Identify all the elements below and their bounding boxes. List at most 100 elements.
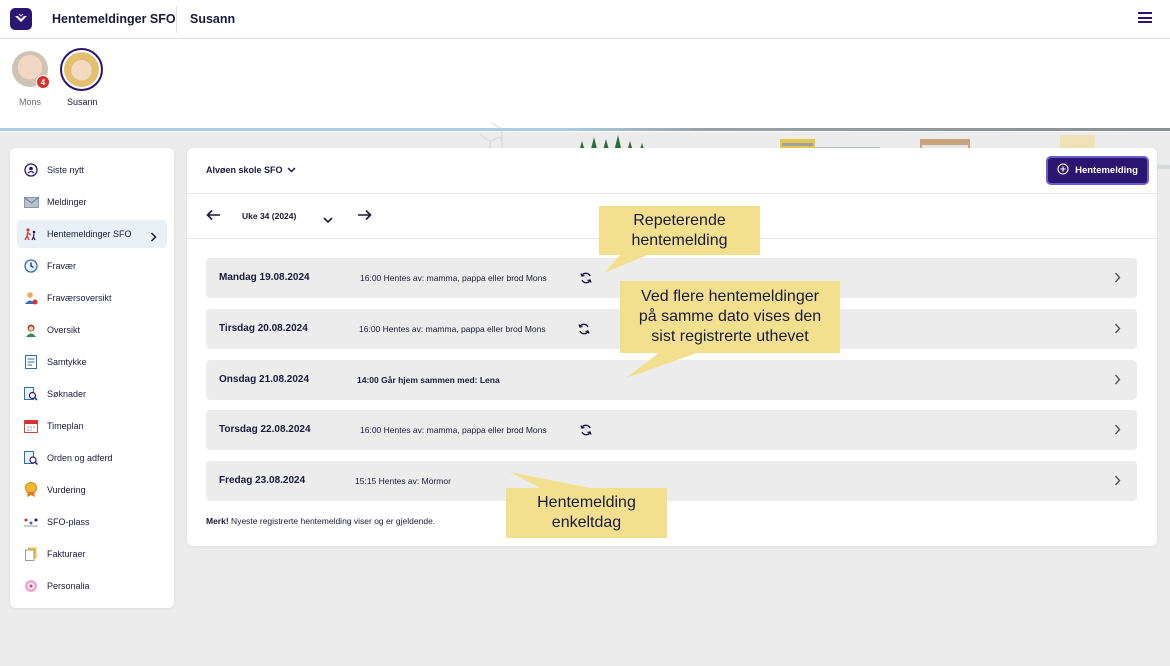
week-label: Uke 34 (2024) — [242, 211, 297, 221]
sidebar-item-orden-og-adferd[interactable]: Orden og adferd — [17, 444, 167, 472]
callout-line: Repeterende — [633, 211, 726, 229]
sidebar-item-label: Fraværsoversikt — [47, 293, 112, 303]
row-date: Tirsdag 20.08.2024 — [219, 323, 308, 334]
pickup-icon — [23, 226, 39, 242]
sidebar-item-label: Siste nytt — [47, 165, 85, 175]
sidebar-item-label: Fravær — [47, 261, 76, 271]
new-pickup-message-button[interactable]: Hentemelding — [1046, 156, 1149, 185]
row-date: Fredag 23.08.2024 — [219, 475, 306, 486]
callout-line: enkeltdag — [551, 514, 622, 531]
note-body: Nyeste registrerte hentemelding viser og… — [228, 516, 436, 526]
sidebar-item-label: Personalia — [47, 581, 90, 591]
sidebar-item-soknader[interactable]: Søknader — [17, 380, 167, 408]
row-date: Onsdag 21.08.2024 — [219, 374, 310, 385]
news-icon — [23, 162, 39, 178]
search-document-icon — [23, 386, 39, 402]
plus-circle-icon — [1057, 163, 1069, 178]
callout-repeating: Repeterende hentemelding — [599, 206, 760, 255]
repeat-icon — [580, 272, 592, 284]
row-date: Mandag 19.08.2024 — [219, 272, 310, 283]
chevron-right-icon — [1114, 323, 1121, 334]
sidebar-item-label: Timeplan — [47, 421, 84, 431]
pickup-row[interactable]: Torsdag 22.08.2024 16:00 Hentes av: mamm… — [206, 410, 1137, 450]
sidebar-item-fakturaer[interactable]: Fakturaer — [17, 540, 167, 568]
chevron-right-icon — [1114, 272, 1121, 283]
absence-overview-icon — [23, 290, 39, 306]
school-selector[interactable]: Alvøen skole SFO — [206, 165, 296, 175]
callout-line: sist registrerte uthevet — [651, 328, 809, 345]
personalia-icon — [23, 578, 39, 594]
callout-multiple: Ved flere hentemeldinger på samme dato v… — [620, 281, 840, 353]
chevron-right-icon — [1114, 424, 1121, 435]
consent-icon — [23, 354, 39, 370]
envelope-icon — [23, 194, 39, 210]
sfo-place-icon — [23, 514, 39, 530]
sidebar-item-label: Søknader — [47, 389, 87, 399]
sidebar-item-fravaersoversikt[interactable]: Fraværsoversikt — [17, 284, 167, 312]
note-label: Merk! — [206, 516, 229, 526]
selected-child-name: Susann — [190, 12, 236, 26]
child-avatar-susann[interactable] — [64, 52, 99, 87]
app-logo-icon[interactable] — [10, 8, 32, 30]
new-pickup-message-label: Hentemelding — [1075, 165, 1138, 176]
callout-line: Hentemelding — [537, 494, 636, 511]
sidebar-item-label: SFO-plass — [47, 517, 90, 527]
callout-single-day: Hentemelding enkeltdag — [506, 488, 667, 538]
chevron-right-icon — [150, 229, 157, 247]
medal-icon — [23, 482, 39, 498]
chevron-right-icon — [1114, 374, 1121, 385]
sidebar-nav: Siste nytt Meldinger Hentemeldinger SFO … — [10, 148, 174, 608]
child-label-mons[interactable]: Mons — [19, 97, 41, 107]
row-info: 14:00 Går hjem sammen med: Lena — [357, 375, 500, 385]
sidebar-item-sfo-plass[interactable]: SFO-plass — [17, 508, 167, 536]
callout-line: på samme dato vises den — [638, 308, 822, 325]
sidebar-item-meldinger[interactable]: Meldinger — [17, 188, 167, 216]
pickup-row[interactable]: Fredag 23.08.2024 15:15 Hentes av: Mormo… — [206, 461, 1137, 501]
sidebar-item-personalia[interactable]: Personalia — [17, 572, 167, 600]
school-selector-label: Alvøen skole SFO — [206, 165, 283, 175]
sidebar-item-timeplan[interactable]: Timeplan — [17, 412, 167, 440]
callout-line: hentemelding — [631, 231, 728, 249]
divider — [176, 6, 177, 33]
sidebar-item-label: Fakturaer — [47, 549, 86, 559]
divider — [187, 193, 1157, 194]
arrow-right-icon[interactable] — [357, 208, 372, 226]
sidebar-item-label: Vurdering — [47, 485, 86, 495]
sidebar-item-siste-nytt[interactable]: Siste nytt — [17, 156, 167, 184]
callout-line: Ved flere hentemeldinger — [641, 288, 819, 305]
chevron-down-icon[interactable] — [323, 211, 333, 229]
invoice-icon — [23, 546, 39, 562]
row-info: 16:00 Hentes av: mamma, pappa eller brod… — [360, 273, 547, 283]
calendar-icon — [23, 418, 39, 434]
child-selector-header — [0, 39, 1170, 169]
arrow-left-icon[interactable] — [206, 208, 221, 226]
top-bar: Hentemeldinger SFO Susann — [0, 0, 1170, 39]
sidebar-item-hentemeldinger-sfo[interactable]: Hentemeldinger SFO — [17, 220, 167, 248]
sidebar-item-label: Orden og adferd — [47, 453, 113, 463]
note-text: Merk! Nyeste registrerte hentemelding vi… — [206, 516, 435, 526]
sidebar-item-label: Oversikt — [47, 325, 81, 335]
hamburger-icon[interactable] — [1138, 12, 1152, 26]
child-label-susann[interactable]: Susann — [67, 97, 98, 107]
conduct-icon — [23, 450, 39, 466]
pickup-row[interactable]: Onsdag 21.08.2024 14:00 Går hjem sammen … — [206, 360, 1137, 400]
row-info: 16:00 Hentes av: mamma, pappa eller brod… — [359, 324, 546, 334]
sidebar-item-fravaer[interactable]: Fravær — [17, 252, 167, 280]
notification-badge: 4 — [36, 75, 50, 89]
header-divider — [0, 128, 1170, 131]
sidebar-item-oversikt[interactable]: Oversikt — [17, 316, 167, 344]
person-icon — [23, 322, 39, 338]
app-title: Hentemeldinger SFO — [52, 12, 176, 26]
sidebar-item-samtykke[interactable]: Samtykke — [17, 348, 167, 376]
sidebar-item-label: Samtykke — [47, 357, 87, 367]
row-date: Torsdag 22.08.2024 — [219, 424, 311, 435]
repeat-icon — [580, 424, 592, 436]
chevron-right-icon — [1114, 475, 1121, 486]
sidebar-item-label: Meldinger — [47, 197, 87, 207]
sidebar-item-vurdering[interactable]: Vurdering — [17, 476, 167, 504]
row-info: 16:00 Hentes av: mamma, pappa eller brod… — [360, 425, 547, 435]
chevron-down-icon — [287, 165, 296, 175]
sidebar-item-label: Hentemeldinger SFO — [47, 229, 132, 239]
row-info: 15:15 Hentes av: Mormor — [355, 476, 451, 486]
clock-icon — [23, 258, 39, 274]
